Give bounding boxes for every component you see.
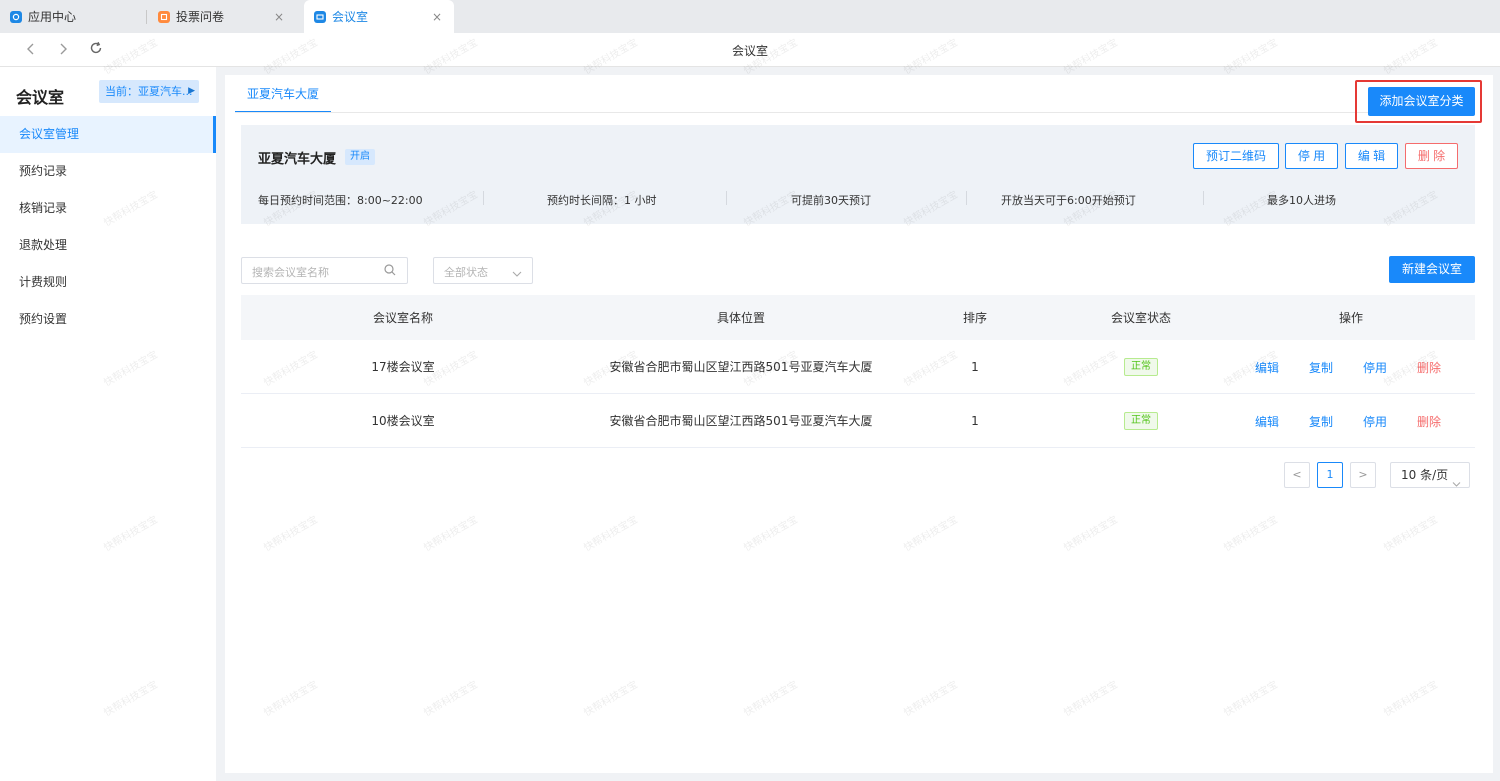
daily-time-range: 每日预约时间范围：8:00~22:00 [258, 194, 423, 207]
search-placeholder: 搜索会议室名称 [252, 266, 329, 279]
col-name: 会议室名称 [372, 311, 433, 325]
edit-link[interactable]: 编辑 [1255, 413, 1279, 430]
sidebar-title: 会议室 [16, 88, 65, 107]
current-venue-label: 当前：亚夏汽车... [105, 85, 193, 98]
sidebar-item-booking-settings[interactable]: 预约设置 [0, 301, 216, 338]
tab-label: 投票问卷 [176, 10, 225, 24]
table-row: 10楼会议室 安徽省合肥市蜀山区望江西路501号亚夏汽车大厦 1 正常 编辑 复… [241, 394, 1475, 448]
prev-page-button[interactable]: < [1284, 462, 1310, 488]
room-location: 安徽省合肥市蜀山区望江西路501号亚夏汽车大厦 [609, 360, 873, 374]
main-panel: 亚夏汽车大厦 添加会议室分类 亚夏汽车大厦 开启 预订二维码 停 用 编 辑 删… [225, 75, 1493, 773]
page-1-button[interactable]: 1 [1317, 462, 1343, 488]
tab-divider [146, 10, 147, 24]
room-sort: 1 [971, 413, 979, 428]
delete-link[interactable]: 删除 [1417, 413, 1441, 430]
copy-link[interactable]: 复制 [1309, 413, 1333, 430]
disable-button[interactable]: 停 用 [1285, 143, 1338, 169]
table-header: 会议室名称 具体位置 排序 会议室状态 操作 [241, 295, 1475, 340]
sidebar-item-billing-rules[interactable]: 计费规则 [0, 264, 216, 301]
sidebar: 会议室 当前：亚夏汽车... ▶ 会议室管理 预约记录 核销记录 退款处理 计费… [0, 67, 216, 781]
sidebar-menu: 会议室管理 预约记录 核销记录 退款处理 计费规则 预约设置 [0, 116, 216, 338]
tab-app-center[interactable]: 应用中心 [0, 0, 146, 33]
qrcode-button[interactable]: 预订二维码 [1193, 143, 1279, 169]
room-status-cell: 正常 [1091, 394, 1191, 447]
edit-button[interactable]: 编 辑 [1345, 143, 1398, 169]
sidebar-item-booking-records[interactable]: 预约记录 [0, 153, 216, 190]
next-page-button[interactable]: > [1350, 462, 1376, 488]
category-info-panel: 亚夏汽车大厦 开启 预订二维码 停 用 编 辑 删 除 每日预约时间范围：8:0… [241, 125, 1475, 224]
room-table: 会议室名称 具体位置 排序 会议室状态 操作 17楼会议室 安徽省合肥市蜀山区望… [241, 295, 1475, 448]
search-icon[interactable] [383, 263, 397, 277]
close-icon[interactable]: × [432, 10, 442, 24]
room-name: 17楼会议室 [371, 360, 435, 374]
col-location: 具体位置 [716, 311, 765, 325]
edit-link[interactable]: 编辑 [1255, 359, 1279, 376]
chevron-down-icon [512, 267, 522, 277]
category-title: 亚夏汽车大厦 [258, 152, 337, 167]
advance-days: 可提前30天预订 [791, 194, 871, 207]
caret-right-icon: ▶ [188, 86, 195, 96]
category-tabs: 亚夏汽车大厦 添加会议室分类 [225, 75, 1493, 123]
vote-icon [158, 10, 170, 23]
close-icon[interactable]: × [274, 10, 284, 24]
add-category-button[interactable]: 添加会议室分类 [1368, 87, 1475, 116]
tab-label: 应用中心 [28, 10, 77, 24]
browser-tab-bar: 应用中心 投票问卷 × 会议室 × [0, 0, 1500, 33]
sidebar-item-verification-records[interactable]: 核销记录 [0, 190, 216, 227]
room-name: 10楼会议室 [371, 414, 435, 428]
chevron-down-icon [1452, 472, 1461, 487]
status-badge: 开启 [345, 149, 375, 165]
search-input[interactable]: 搜索会议室名称 [241, 257, 408, 284]
status-filter-select[interactable]: 全部状态 [433, 257, 533, 284]
delete-button[interactable]: 删 除 [1405, 143, 1458, 169]
disable-link[interactable]: 停用 [1363, 359, 1387, 376]
new-room-button[interactable]: 新建会议室 [1389, 256, 1475, 283]
booking-interval: 预约时长间隔：1 小时 [547, 194, 657, 207]
col-ops: 操作 [1338, 311, 1363, 325]
page-size-value: 10 条/页 [1401, 468, 1449, 482]
col-sort: 排序 [962, 311, 987, 325]
room-status-cell: 正常 [1091, 340, 1191, 393]
table-row: 17楼会议室 安徽省合肥市蜀山区望江西路501号亚夏汽车大厦 1 正常 编辑 复… [241, 340, 1475, 394]
status-filter-value: 全部状态 [444, 266, 488, 279]
sidebar-item-refunds[interactable]: 退款处理 [0, 227, 216, 264]
col-status: 会议室状态 [1110, 311, 1171, 325]
current-venue-selector[interactable]: 当前：亚夏汽车... ▶ [99, 80, 199, 103]
stat-divider [483, 191, 484, 205]
sidebar-item-room-management[interactable]: 会议室管理 [0, 116, 216, 153]
tab-meeting-room[interactable]: 会议室 × [304, 0, 454, 33]
tabs-divider [235, 112, 1475, 113]
stat-divider [726, 191, 727, 205]
room-location: 安徽省合肥市蜀山区望江西路501号亚夏汽车大厦 [609, 414, 873, 428]
max-attendees: 最多10人进场 [1267, 194, 1336, 207]
disable-link[interactable]: 停用 [1363, 413, 1387, 430]
stat-divider [966, 191, 967, 205]
room-sort: 1 [971, 359, 979, 374]
copy-link[interactable]: 复制 [1309, 359, 1333, 376]
tab-category[interactable]: 亚夏汽车大厦 [235, 80, 332, 113]
meeting-room-icon [314, 10, 326, 23]
tab-vote[interactable]: 投票问卷 × [148, 0, 296, 33]
browser-nav-bar: 会议室 [0, 33, 1500, 67]
status-badge: 正常 [1124, 357, 1158, 376]
delete-link[interactable]: 删除 [1417, 359, 1441, 376]
open-time: 开放当天可于6:00开始预订 [1001, 194, 1136, 207]
status-badge: 正常 [1124, 411, 1158, 430]
tab-label: 会议室 [332, 10, 369, 24]
page-title: 会议室 [731, 44, 768, 58]
app-center-icon [10, 10, 22, 23]
page-size-select[interactable]: 10 条/页 [1390, 462, 1470, 488]
stat-divider [1203, 191, 1204, 205]
highlight-box: 添加会议室分类 [1355, 80, 1482, 123]
